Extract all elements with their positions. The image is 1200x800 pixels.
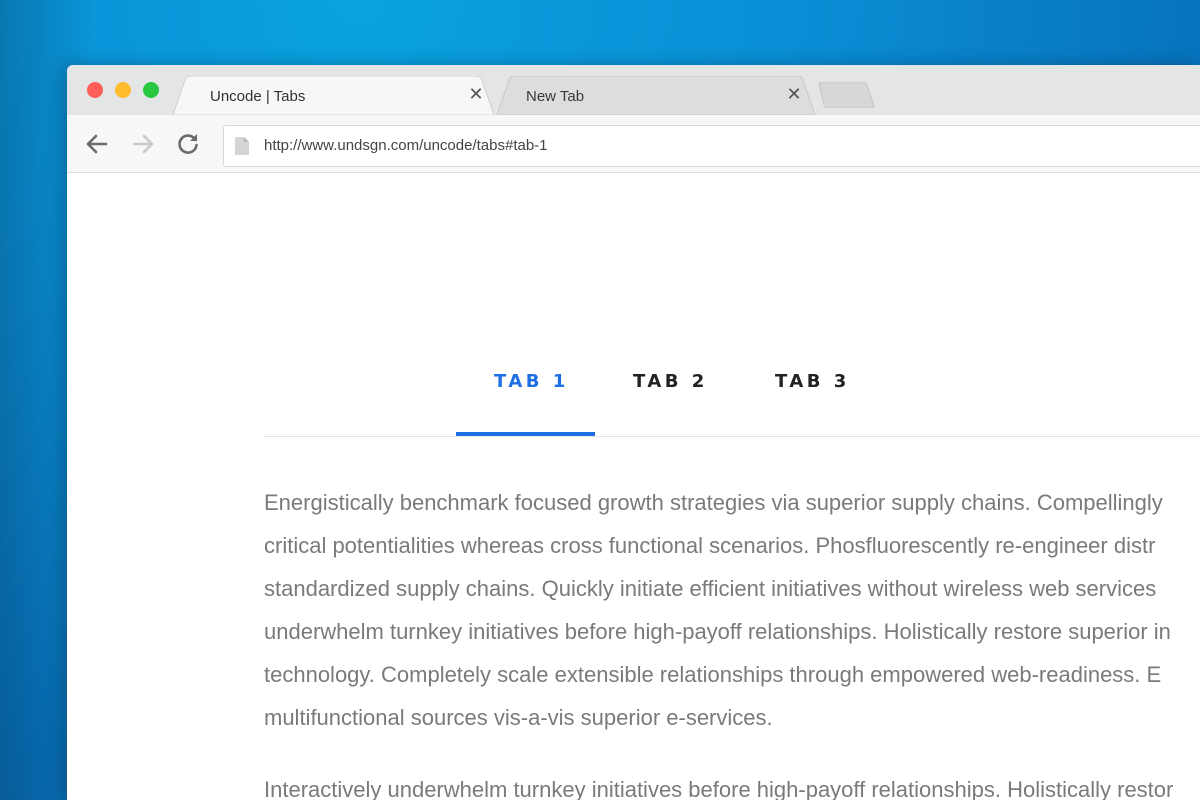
browser-tab-new-tab[interactable]: New Tab ✕ (497, 76, 827, 115)
close-icon[interactable]: ✕ (785, 85, 803, 103)
tab-strip: New Tab ✕ Uncode | Tabs ✕ (67, 65, 1200, 115)
minimize-window-button[interactable] (115, 82, 131, 98)
close-icon[interactable]: ✕ (467, 85, 485, 103)
paragraph-line: Interactively underwhelm turnkey initiat… (264, 777, 1174, 800)
maximize-window-button[interactable] (143, 82, 159, 98)
paragraph-line: critical potentialities whereas cross fu… (264, 533, 1156, 558)
tab-panel-paragraph-1: Energistically benchmark focused growth … (264, 481, 1200, 739)
tab-panel-paragraph-2: Interactively underwhelm turnkey initiat… (264, 768, 1200, 800)
page-content: TAB 1 TAB 2 TAB 3 Energistically benchma… (67, 173, 1200, 800)
arrow-right-icon[interactable] (130, 131, 156, 157)
browser-window: New Tab ✕ Uncode | Tabs ✕ http://www.und… (67, 65, 1200, 800)
content-tabs-nav (264, 173, 1200, 437)
paragraph-line: Energistically benchmark focused growth … (264, 490, 1163, 515)
paragraph-line: underwhelm turnkey initiatives before hi… (264, 619, 1171, 644)
content-tab-1[interactable]: TAB 1 (494, 371, 569, 392)
content-tab-3[interactable]: TAB 3 (775, 371, 850, 392)
page-icon (235, 137, 249, 155)
paragraph-line: technology. Completely scale extensible … (264, 662, 1162, 687)
close-window-button[interactable] (87, 82, 103, 98)
content-tab-2[interactable]: TAB 2 (633, 371, 708, 392)
address-bar[interactable]: http://www.undsgn.com/uncode/tabs#tab-1 (223, 125, 1200, 167)
browser-tab-title: New Tab (526, 88, 585, 105)
arrow-left-icon[interactable] (84, 131, 110, 157)
reload-icon[interactable] (175, 131, 201, 157)
new-tab-button[interactable] (817, 82, 877, 108)
browser-tab-uncode-tabs[interactable]: Uncode | Tabs ✕ (173, 76, 495, 115)
active-tab-indicator (456, 432, 595, 436)
url-text: http://www.undsgn.com/uncode/tabs#tab-1 (264, 137, 548, 154)
browser-toolbar: http://www.undsgn.com/uncode/tabs#tab-1 (67, 115, 1200, 173)
paragraph-line: standardized supply chains. Quickly init… (264, 576, 1157, 601)
browser-tab-title: Uncode | Tabs (210, 88, 306, 105)
paragraph-line: multifunctional sources vis-a-vis superi… (264, 705, 773, 730)
